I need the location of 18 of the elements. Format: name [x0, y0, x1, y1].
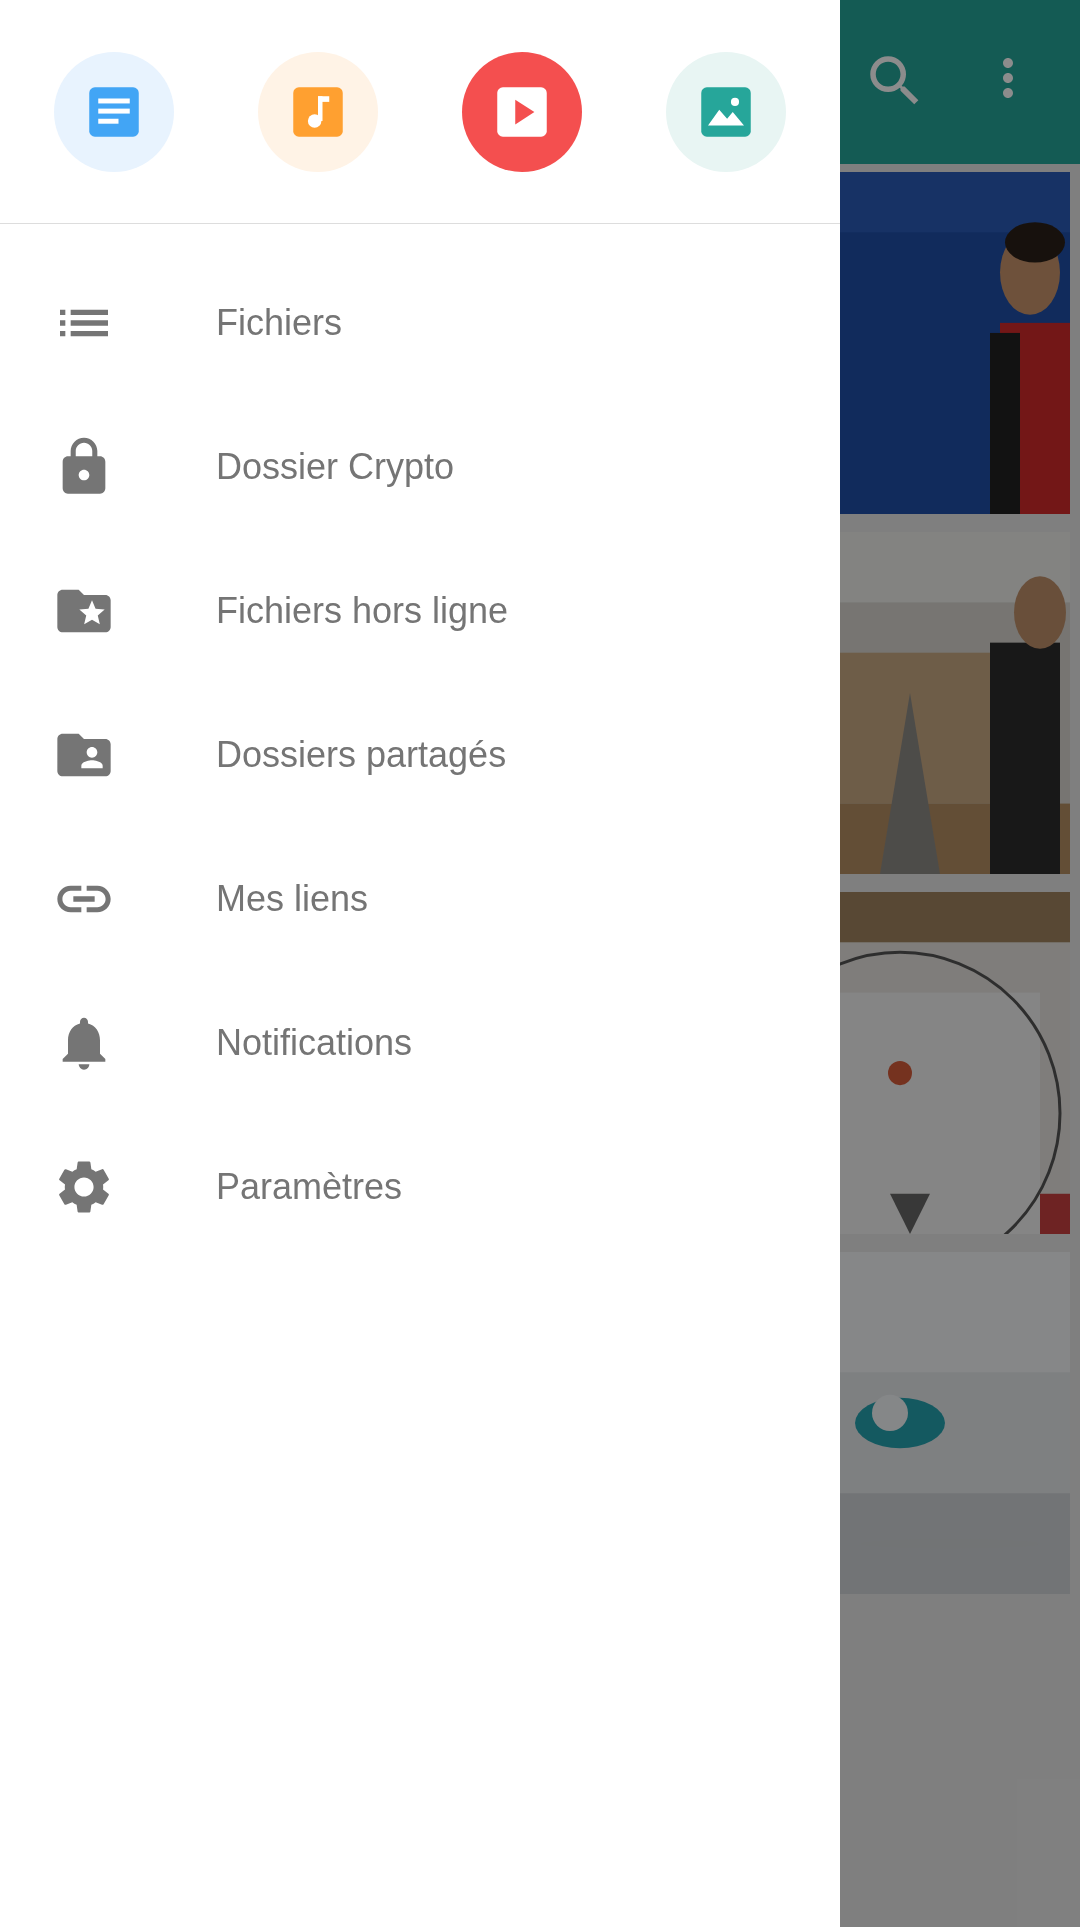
menu-item[interactable]: Dossier Crypto	[0, 395, 840, 539]
menu-item[interactable]: Dossiers partagés	[0, 683, 840, 827]
image-icon	[699, 84, 753, 139]
play-icon	[495, 84, 549, 139]
menu-item[interactable]: Mes liens	[0, 827, 840, 971]
menu-label: Paramètres	[216, 1165, 403, 1209]
menu-label: Fichiers hors ligne	[216, 589, 509, 633]
menu-label: Fichiers	[216, 301, 343, 345]
menu-label: Mes liens	[216, 877, 369, 921]
menu-item[interactable]: Fichiers	[0, 251, 840, 395]
menu-item[interactable]: Paramètres	[0, 1115, 840, 1259]
music-note-icon	[291, 84, 345, 139]
document-icon	[87, 84, 141, 139]
menu-label: Dossier Crypto	[216, 445, 455, 489]
menu-label: Notifications	[216, 1021, 413, 1065]
menu-item[interactable]: Fichiers hors ligne	[0, 539, 840, 683]
menu-label: Dossiers partagés	[216, 733, 507, 777]
menu-item[interactable]: Notifications	[0, 971, 840, 1115]
